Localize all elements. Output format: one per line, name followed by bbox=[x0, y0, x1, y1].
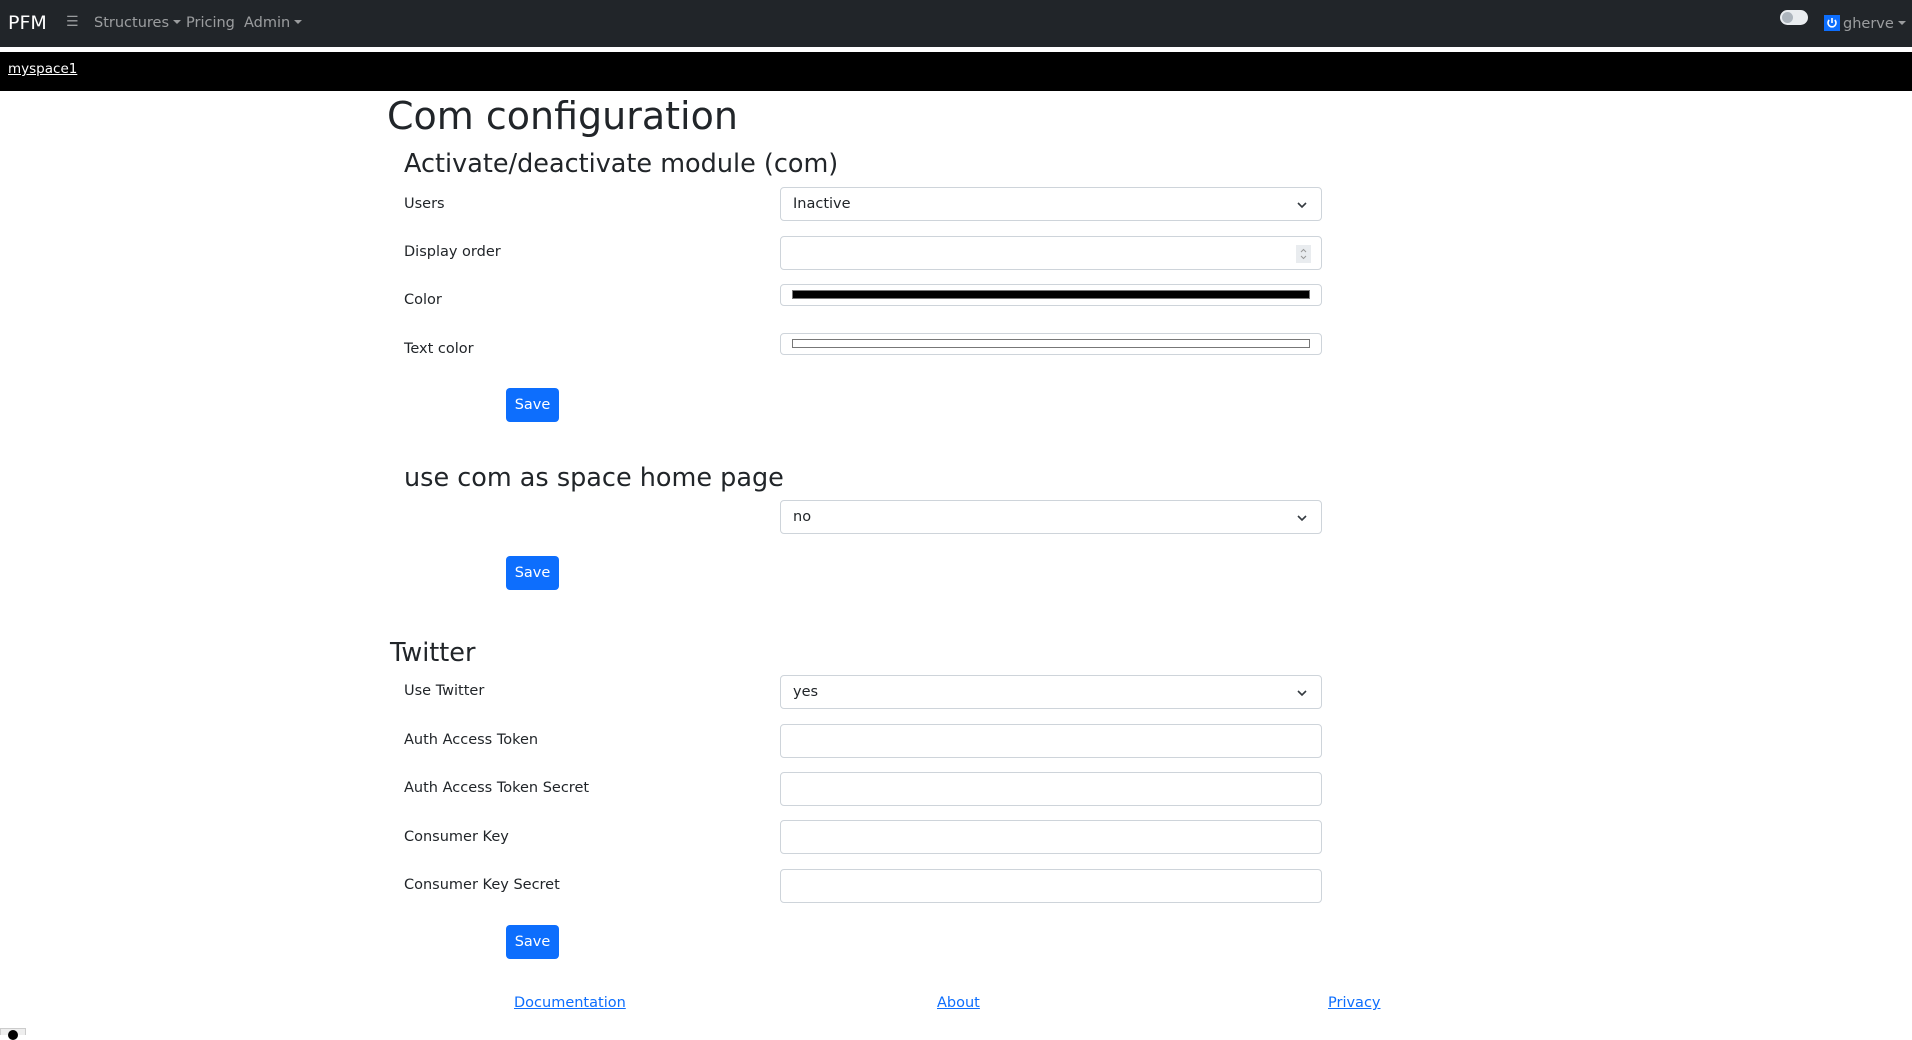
consumer-key-input[interactable] bbox=[780, 820, 1322, 854]
chevron-down-icon bbox=[1297, 690, 1307, 697]
use-twitter-select[interactable]: yes bbox=[780, 675, 1322, 709]
auth-access-token-secret-label: Auth Access Token Secret bbox=[404, 780, 590, 796]
spinner-arrows-icon bbox=[1300, 248, 1307, 260]
nav-structures-dropdown[interactable]: Structures bbox=[94, 15, 182, 31]
nav-pricing-label: Pricing bbox=[186, 15, 235, 31]
auth-access-token-input[interactable] bbox=[780, 724, 1322, 758]
auth-access-token-secret-input[interactable] bbox=[780, 772, 1322, 806]
save-activation-button[interactable]: Save bbox=[506, 388, 559, 422]
footer-about-link[interactable]: About bbox=[937, 995, 980, 1011]
display-order-label: Display order bbox=[404, 244, 501, 260]
display-order-input[interactable] bbox=[780, 236, 1322, 270]
nav-admin-dropdown[interactable]: Admin bbox=[244, 15, 303, 31]
color-label: Color bbox=[404, 292, 442, 308]
user-name: gherve bbox=[1843, 16, 1894, 32]
nav-admin-label: Admin bbox=[244, 15, 291, 31]
twitter-heading: Twitter bbox=[390, 638, 476, 668]
top-navbar: PFM ☰ Structures Pricing Admin gherve bbox=[0, 0, 1912, 47]
save-home-page-button[interactable]: Save bbox=[506, 556, 559, 590]
space-bar: myspace1 bbox=[0, 52, 1912, 91]
use-twitter-value: yes bbox=[793, 684, 819, 700]
footer-documentation-link[interactable]: Documentation bbox=[514, 995, 626, 1011]
caret-down-icon bbox=[1897, 21, 1906, 25]
chevron-down-icon bbox=[1297, 202, 1307, 209]
color-swatch bbox=[792, 290, 1310, 299]
power-icon bbox=[1824, 15, 1840, 31]
nav-pricing-link[interactable]: Pricing bbox=[186, 15, 235, 31]
consumer-key-secret-label: Consumer Key Secret bbox=[404, 877, 560, 893]
users-select-value: Inactive bbox=[793, 196, 851, 212]
theme-toggle-switch[interactable] bbox=[1780, 10, 1808, 25]
user-menu-dropdown[interactable]: gherve bbox=[1824, 15, 1906, 32]
auth-access-token-label: Auth Access Token bbox=[404, 732, 539, 748]
use-twitter-label: Use Twitter bbox=[404, 683, 485, 699]
caret-down-icon bbox=[173, 20, 182, 24]
footer-privacy-link[interactable]: Privacy bbox=[1328, 995, 1381, 1011]
users-select[interactable]: Inactive bbox=[780, 187, 1322, 221]
number-spinner[interactable] bbox=[1296, 245, 1311, 263]
home-page-select[interactable]: no bbox=[780, 500, 1322, 534]
page-title: Com configuration bbox=[387, 94, 738, 138]
chevron-down-icon bbox=[1297, 515, 1307, 522]
consumer-key-secret-input[interactable] bbox=[780, 869, 1322, 903]
caret-down-icon bbox=[294, 20, 303, 24]
users-label: Users bbox=[404, 196, 445, 212]
home-page-heading: use com as space home page bbox=[404, 463, 784, 493]
hamburger-icon[interactable]: ☰ bbox=[66, 14, 79, 30]
color-picker[interactable] bbox=[780, 284, 1322, 306]
save-twitter-button[interactable]: Save bbox=[506, 925, 559, 959]
text-color-swatch bbox=[792, 339, 1310, 348]
nav-structures-label: Structures bbox=[94, 15, 170, 31]
text-color-picker[interactable] bbox=[780, 333, 1322, 355]
text-color-label: Text color bbox=[404, 341, 474, 357]
home-page-select-value: no bbox=[793, 509, 812, 525]
activation-heading: Activate/deactivate module (com) bbox=[404, 149, 839, 179]
brand-logo[interactable]: PFM bbox=[8, 12, 47, 34]
scroll-to-top-button[interactable] bbox=[0, 1028, 26, 1040]
space-link[interactable]: myspace1 bbox=[8, 61, 77, 77]
consumer-key-label: Consumer Key bbox=[404, 829, 509, 845]
